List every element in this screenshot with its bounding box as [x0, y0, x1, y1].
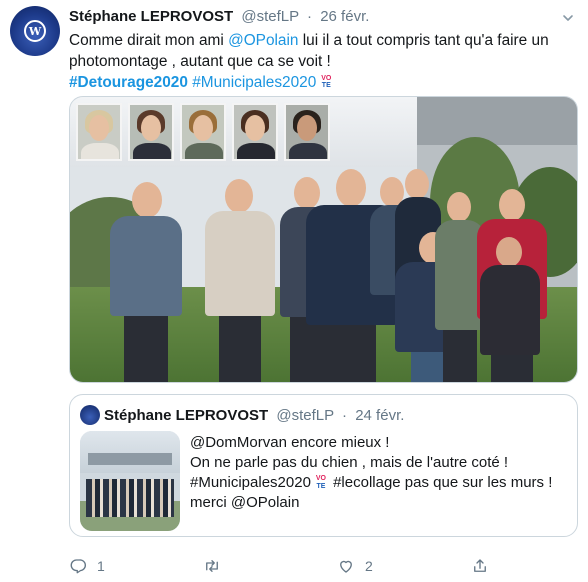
separator-dot: ·	[307, 8, 313, 25]
tweet-text: Comme dirait mon ami @OPolain lui il a t…	[69, 30, 579, 93]
vote-emoji-icon: VO TE	[313, 475, 329, 491]
quoted-author-name: Stéphane LEPROVOST	[104, 407, 269, 424]
quoted-tweet-header: Stéphane LEPROVOST @stefLP · 24 févr.	[104, 407, 404, 424]
tweet-photo[interactable]	[69, 96, 578, 383]
person	[480, 237, 540, 382]
quoted-author-handle: @stefLP	[276, 407, 334, 424]
retweet-icon	[206, 560, 218, 572]
portrait-photo	[128, 103, 174, 161]
author-avatar[interactable]: W	[10, 6, 60, 56]
site-logo-icon: W	[24, 20, 46, 42]
quoted-tweet-date: 24 févr.	[355, 407, 405, 424]
quoted-mention: @OPolain	[230, 494, 300, 511]
mention-link[interactable]: @OPolain	[228, 32, 298, 49]
quoted-tweet-text: @DomMorvan encore mieux ! On ne parle pa…	[190, 433, 570, 513]
person	[205, 179, 275, 382]
tweet-actions: 1 2	[69, 556, 578, 576]
like-button[interactable]: 2	[337, 556, 373, 576]
author-handle[interactable]: @stefLP	[241, 8, 298, 25]
quoted-text-line: encore mieux !	[286, 434, 390, 451]
vote-emoji-text: VO	[315, 475, 326, 483]
quoted-text-line: #lecollage pas que sur les murs !	[328, 474, 553, 491]
vote-emoji-text: TE	[321, 82, 331, 90]
chevron-down-icon[interactable]	[562, 12, 574, 24]
quoted-author-avatar	[80, 405, 100, 425]
retweet-button[interactable]	[203, 556, 231, 576]
reply-count: 1	[97, 558, 105, 574]
tweet-text-part1: Comme dirait mon ami	[69, 32, 229, 49]
portrait-photo	[284, 103, 330, 161]
svg-text:W: W	[28, 25, 42, 38]
group-people	[86, 479, 174, 517]
share-button[interactable]	[471, 556, 489, 576]
share-icon	[474, 559, 486, 572]
portrait-photo	[76, 103, 122, 161]
vote-emoji-text: TE	[316, 482, 326, 490]
separator-dot: ·	[342, 407, 348, 424]
vote-emoji-icon: VO TE	[318, 75, 334, 91]
quoted-mention: @DomMorvan	[190, 434, 287, 451]
quoted-hashtag: #Municipales2020	[190, 474, 311, 491]
hashtag-link[interactable]: #Municipales2020	[192, 74, 316, 91]
tweet-date[interactable]: 26 févr.	[320, 8, 369, 25]
reply-button[interactable]: 1	[69, 556, 105, 576]
tweet-header: Stéphane LEPROVOST @stefLP · 26 févr.	[69, 8, 369, 25]
quoted-tweet[interactable]: Stéphane LEPROVOST @stefLP · 24 févr. @D…	[69, 394, 578, 537]
vote-emoji-text: VO	[321, 74, 332, 82]
quoted-text-line: merci	[190, 494, 231, 511]
portrait-photo	[232, 103, 278, 161]
reply-icon	[70, 559, 87, 574]
author-name[interactable]: Stéphane LEPROVOST	[69, 8, 233, 25]
quoted-tweet-thumbnail	[80, 431, 180, 531]
like-count: 2	[365, 558, 373, 574]
like-icon	[340, 560, 352, 573]
quoted-text-line: On ne parle pas du chien , mais de l'aut…	[190, 454, 509, 471]
hashtag-link[interactable]: #Detourage2020	[69, 74, 188, 91]
person	[110, 182, 182, 382]
portrait-photo	[180, 103, 226, 161]
